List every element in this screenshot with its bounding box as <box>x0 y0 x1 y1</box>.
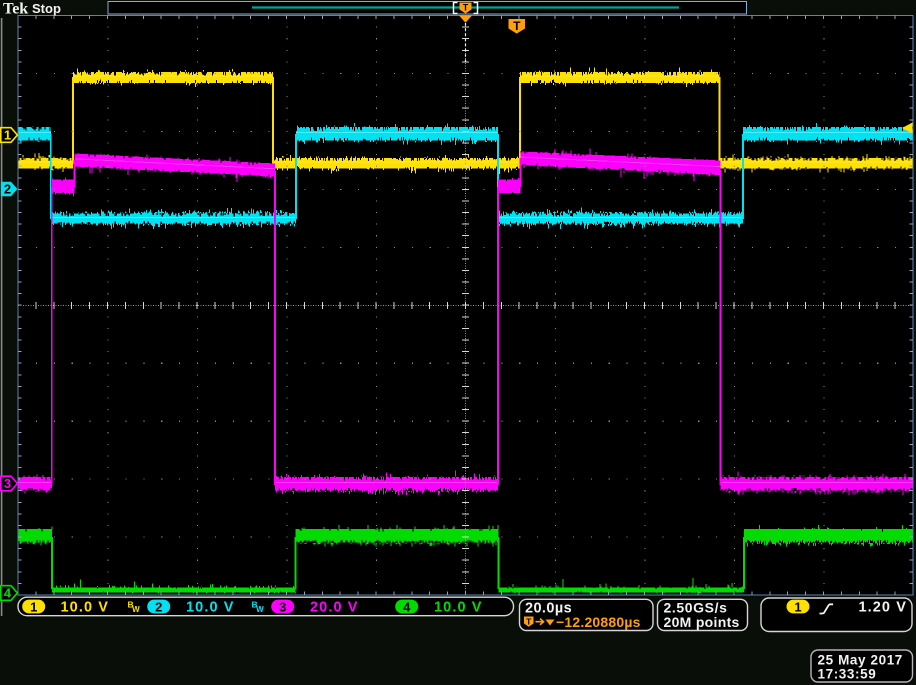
svg-text:2: 2 <box>155 599 162 614</box>
svg-text:3: 3 <box>279 599 286 614</box>
svg-text:T: T <box>513 19 521 33</box>
svg-text:1.20 V: 1.20 V <box>858 600 907 616</box>
svg-text:10.0 V: 10.0 V <box>434 600 483 616</box>
svg-text:1: 1 <box>794 599 801 614</box>
svg-text:Tek: Tek <box>3 1 28 18</box>
svg-text:W: W <box>132 605 140 614</box>
svg-text:4: 4 <box>4 586 12 601</box>
svg-text:T: T <box>463 3 469 13</box>
svg-text:1: 1 <box>4 128 11 143</box>
svg-text:T: T <box>526 617 532 627</box>
svg-text:1: 1 <box>30 599 37 614</box>
svg-text:Stop: Stop <box>32 1 61 16</box>
svg-text:−12.20880µs: −12.20880µs <box>556 614 641 630</box>
svg-text:10.0 V: 10.0 V <box>186 600 235 616</box>
svg-text:4: 4 <box>403 599 411 614</box>
svg-text:20.0 V: 20.0 V <box>310 600 359 616</box>
svg-text:17:33:59: 17:33:59 <box>818 667 877 682</box>
svg-text:2: 2 <box>4 182 11 197</box>
svg-text:20M points: 20M points <box>664 614 740 630</box>
svg-text:25 May 2017: 25 May 2017 <box>818 653 903 668</box>
svg-text:10.0 V: 10.0 V <box>61 600 110 616</box>
svg-text:3: 3 <box>4 476 11 491</box>
svg-text:W: W <box>256 605 264 614</box>
